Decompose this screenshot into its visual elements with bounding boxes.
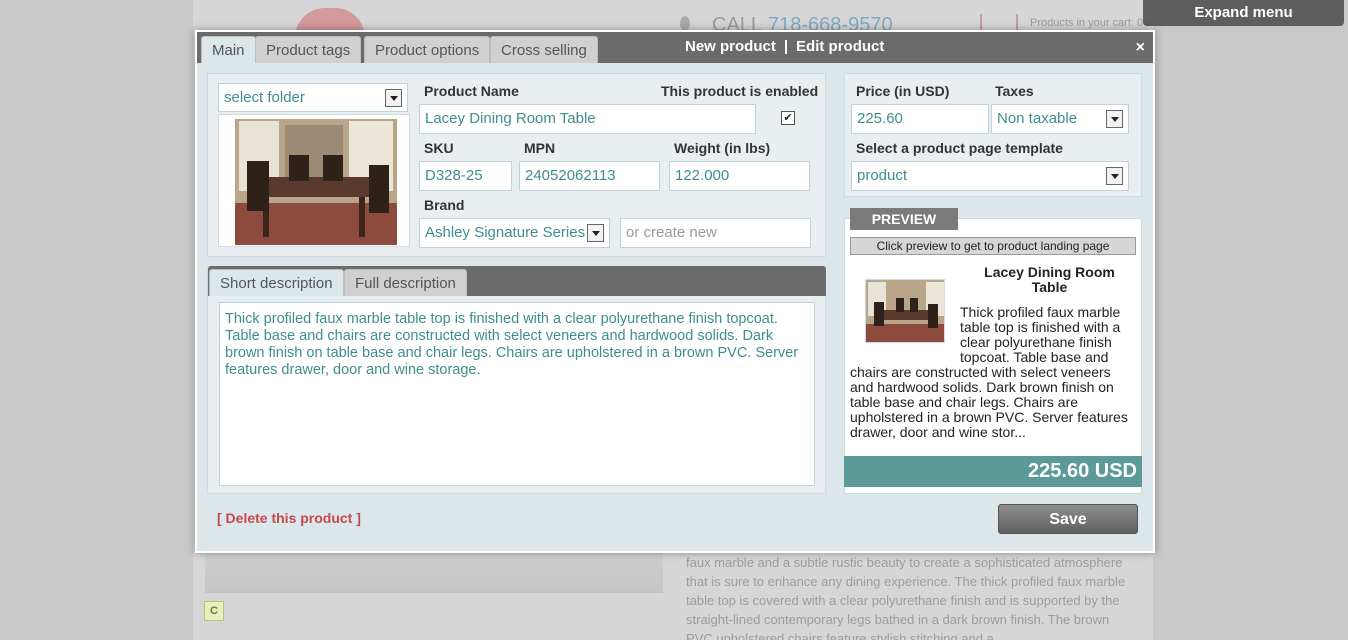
drop-icon bbox=[680, 16, 690, 30]
preview-price: 225.60 USD bbox=[844, 456, 1142, 487]
sku-label: SKU bbox=[424, 140, 454, 156]
header-title: New product | Edit product bbox=[685, 38, 885, 55]
preview-button[interactable]: Click preview to get to product landing … bbox=[850, 237, 1136, 255]
save-button[interactable]: Save bbox=[998, 504, 1138, 534]
tab-main[interactable]: Main bbox=[201, 36, 256, 63]
chevron-down-icon bbox=[385, 89, 402, 107]
product-name-label: Product Name bbox=[424, 83, 519, 99]
new-product-link[interactable]: New product bbox=[685, 38, 776, 55]
modal-header: Main Product tags Product options Cross … bbox=[197, 32, 1153, 63]
enabled-checkbox[interactable]: ✔ bbox=[781, 111, 795, 125]
tab-cross-selling[interactable]: Cross selling bbox=[490, 36, 598, 63]
cart-text: Products in your cart: 0 bbox=[1030, 17, 1144, 29]
delete-product-link[interactable]: [ Delete this product ] bbox=[217, 510, 361, 526]
description-tabs: Short description Full description bbox=[208, 266, 826, 296]
taxes-select[interactable]: Non taxable bbox=[991, 104, 1129, 134]
preview-tag: PREVIEW bbox=[850, 208, 958, 230]
price-label: Price (in USD) bbox=[856, 83, 950, 99]
sku-input[interactable]: D328-25 bbox=[419, 161, 512, 191]
background-badge: C bbox=[204, 601, 224, 621]
template-label: Select a product page template bbox=[856, 140, 1063, 156]
brand-label: Brand bbox=[424, 197, 465, 213]
product-image[interactable] bbox=[218, 114, 410, 247]
mpn-input[interactable]: 24052062113 bbox=[519, 161, 660, 191]
enabled-label: This product is enabled bbox=[661, 83, 819, 99]
template-select[interactable]: product bbox=[851, 161, 1129, 191]
preview-title: Lacey Dining Room Table bbox=[984, 264, 1115, 295]
preview-description: Thick profiled faux marble table top is … bbox=[850, 304, 1128, 440]
expand-menu-button[interactable]: Expand menu bbox=[1143, 0, 1344, 26]
chevron-down-icon bbox=[1106, 110, 1123, 128]
brand-new-input[interactable]: or create new bbox=[620, 218, 811, 248]
tab-short-description[interactable]: Short description bbox=[209, 269, 344, 296]
close-icon[interactable]: × bbox=[1136, 39, 1145, 57]
price-input[interactable]: 225.60 bbox=[851, 104, 989, 134]
folder-select[interactable]: select folder bbox=[218, 83, 408, 112]
chevron-down-icon bbox=[1106, 167, 1123, 185]
weight-input[interactable]: 122.000 bbox=[669, 161, 810, 191]
background-product-image bbox=[205, 553, 663, 593]
brand-select[interactable]: Ashley Signature Series bbox=[419, 218, 610, 248]
weight-label: Weight (in lbs) bbox=[674, 140, 771, 156]
tab-product-options[interactable]: Product options bbox=[364, 36, 491, 63]
product-editor-modal: Main Product tags Product options Cross … bbox=[195, 30, 1155, 553]
taxes-label: Taxes bbox=[995, 83, 1034, 99]
mpn-label: MPN bbox=[524, 140, 556, 156]
product-name-input[interactable]: Lacey Dining Room Table bbox=[419, 104, 756, 134]
tab-product-tags[interactable]: Product tags bbox=[255, 36, 362, 63]
background-description: faux marble and a subtle rustic beauty t… bbox=[686, 555, 1126, 640]
chevron-down-icon bbox=[587, 224, 604, 242]
tab-full-description[interactable]: Full description bbox=[344, 269, 467, 296]
description-textarea[interactable]: Thick profiled faux marble table top is … bbox=[219, 302, 815, 486]
edit-product-link[interactable]: Edit product bbox=[796, 38, 884, 55]
